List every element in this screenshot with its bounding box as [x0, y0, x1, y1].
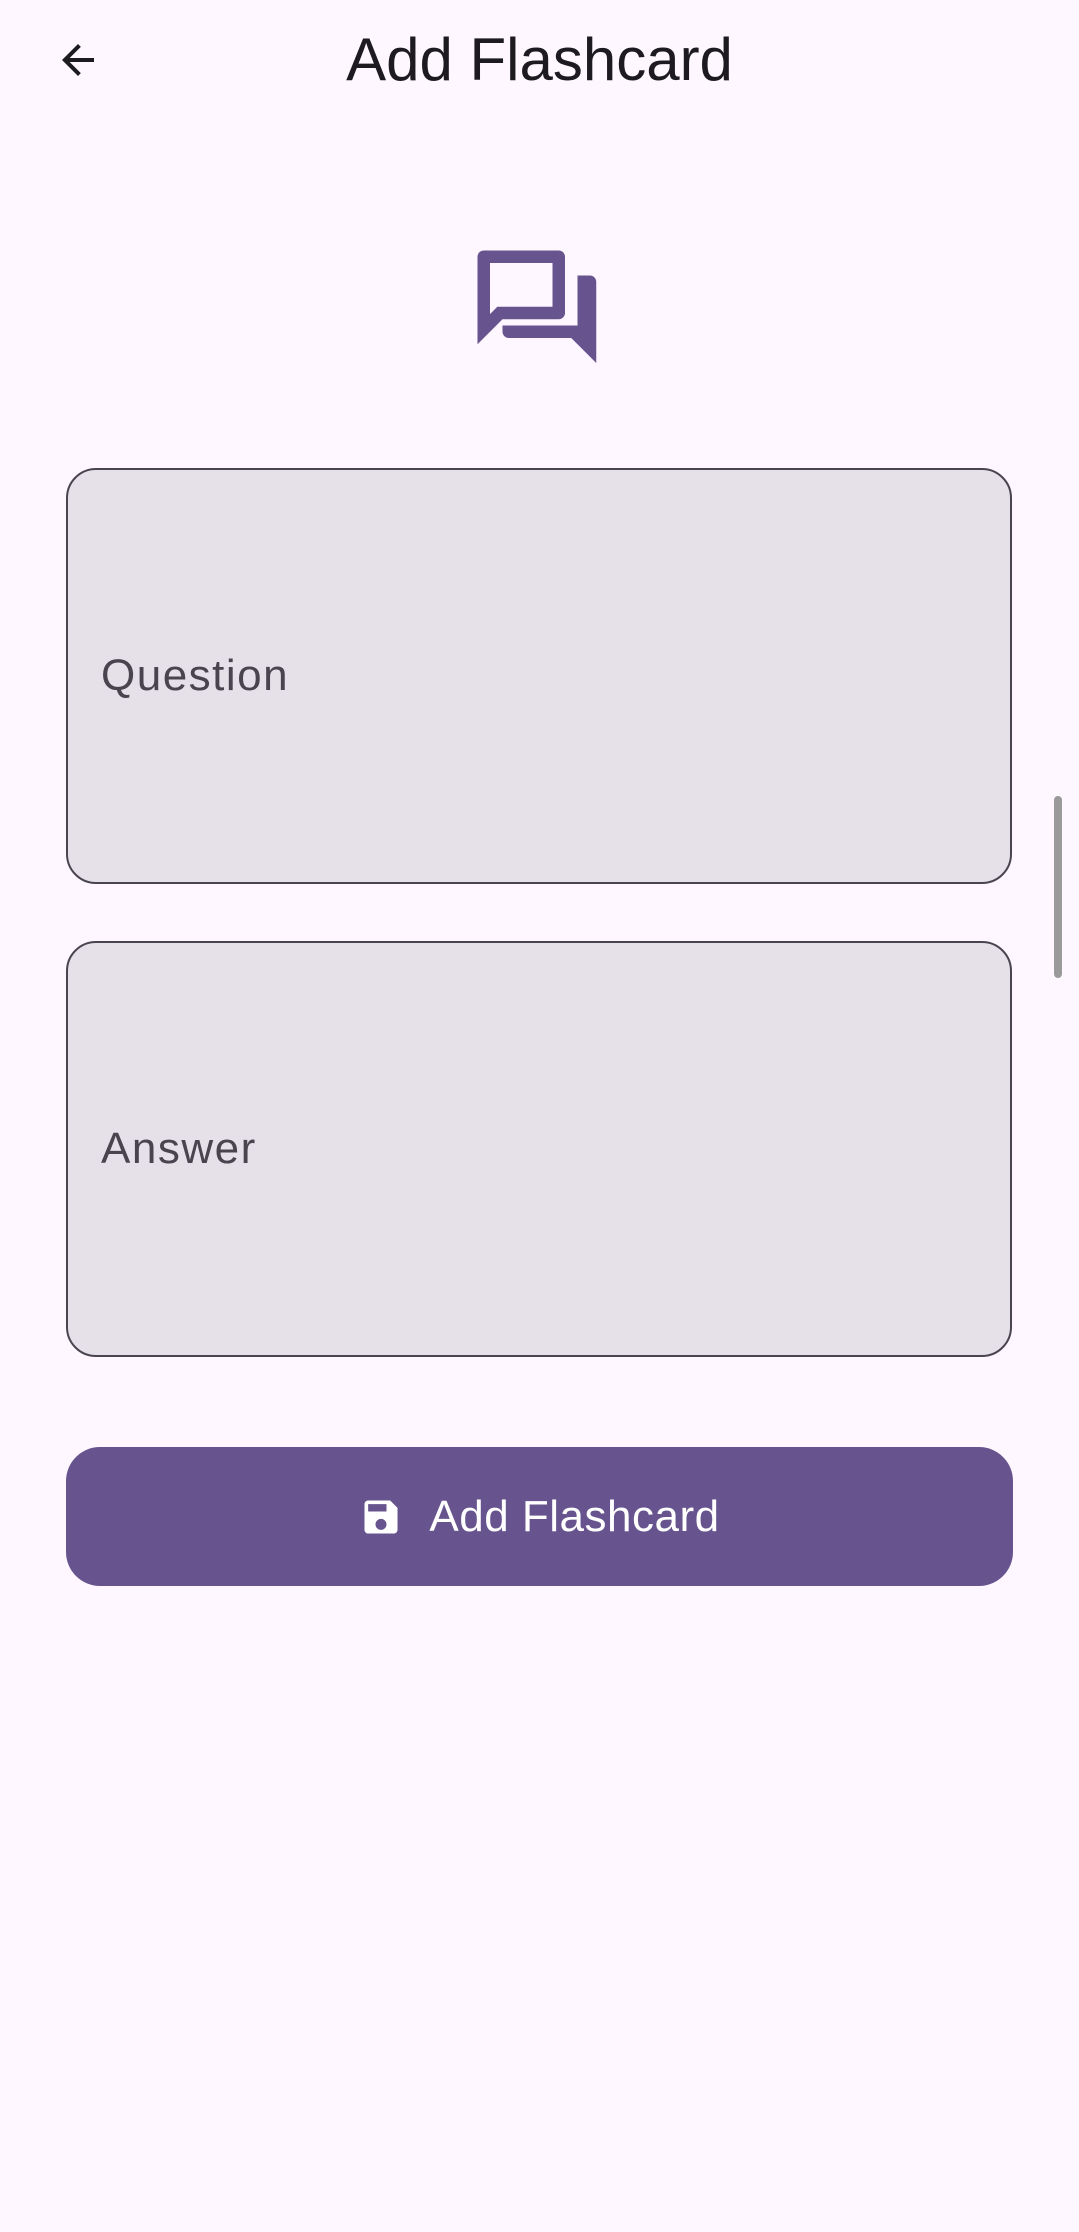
- question-field[interactable]: Question: [66, 468, 1012, 884]
- add-flashcard-screen: Add Flashcard Question Answer Add Flashc…: [0, 0, 1079, 2232]
- question-label: Question: [101, 651, 290, 700]
- app-bar: Add Flashcard: [0, 0, 1079, 120]
- answer-label: Answer: [101, 1124, 257, 1173]
- page-title: Add Flashcard: [346, 26, 733, 93]
- add-flashcard-button[interactable]: Add Flashcard: [66, 1447, 1013, 1586]
- answer-field[interactable]: Answer: [66, 941, 1012, 1357]
- forum-icon: [477, 250, 597, 363]
- scrollbar-thumb[interactable]: [1054, 796, 1062, 978]
- save-icon: [364, 1500, 398, 1533]
- add-flashcard-button-label: Add Flashcard: [429, 1491, 720, 1541]
